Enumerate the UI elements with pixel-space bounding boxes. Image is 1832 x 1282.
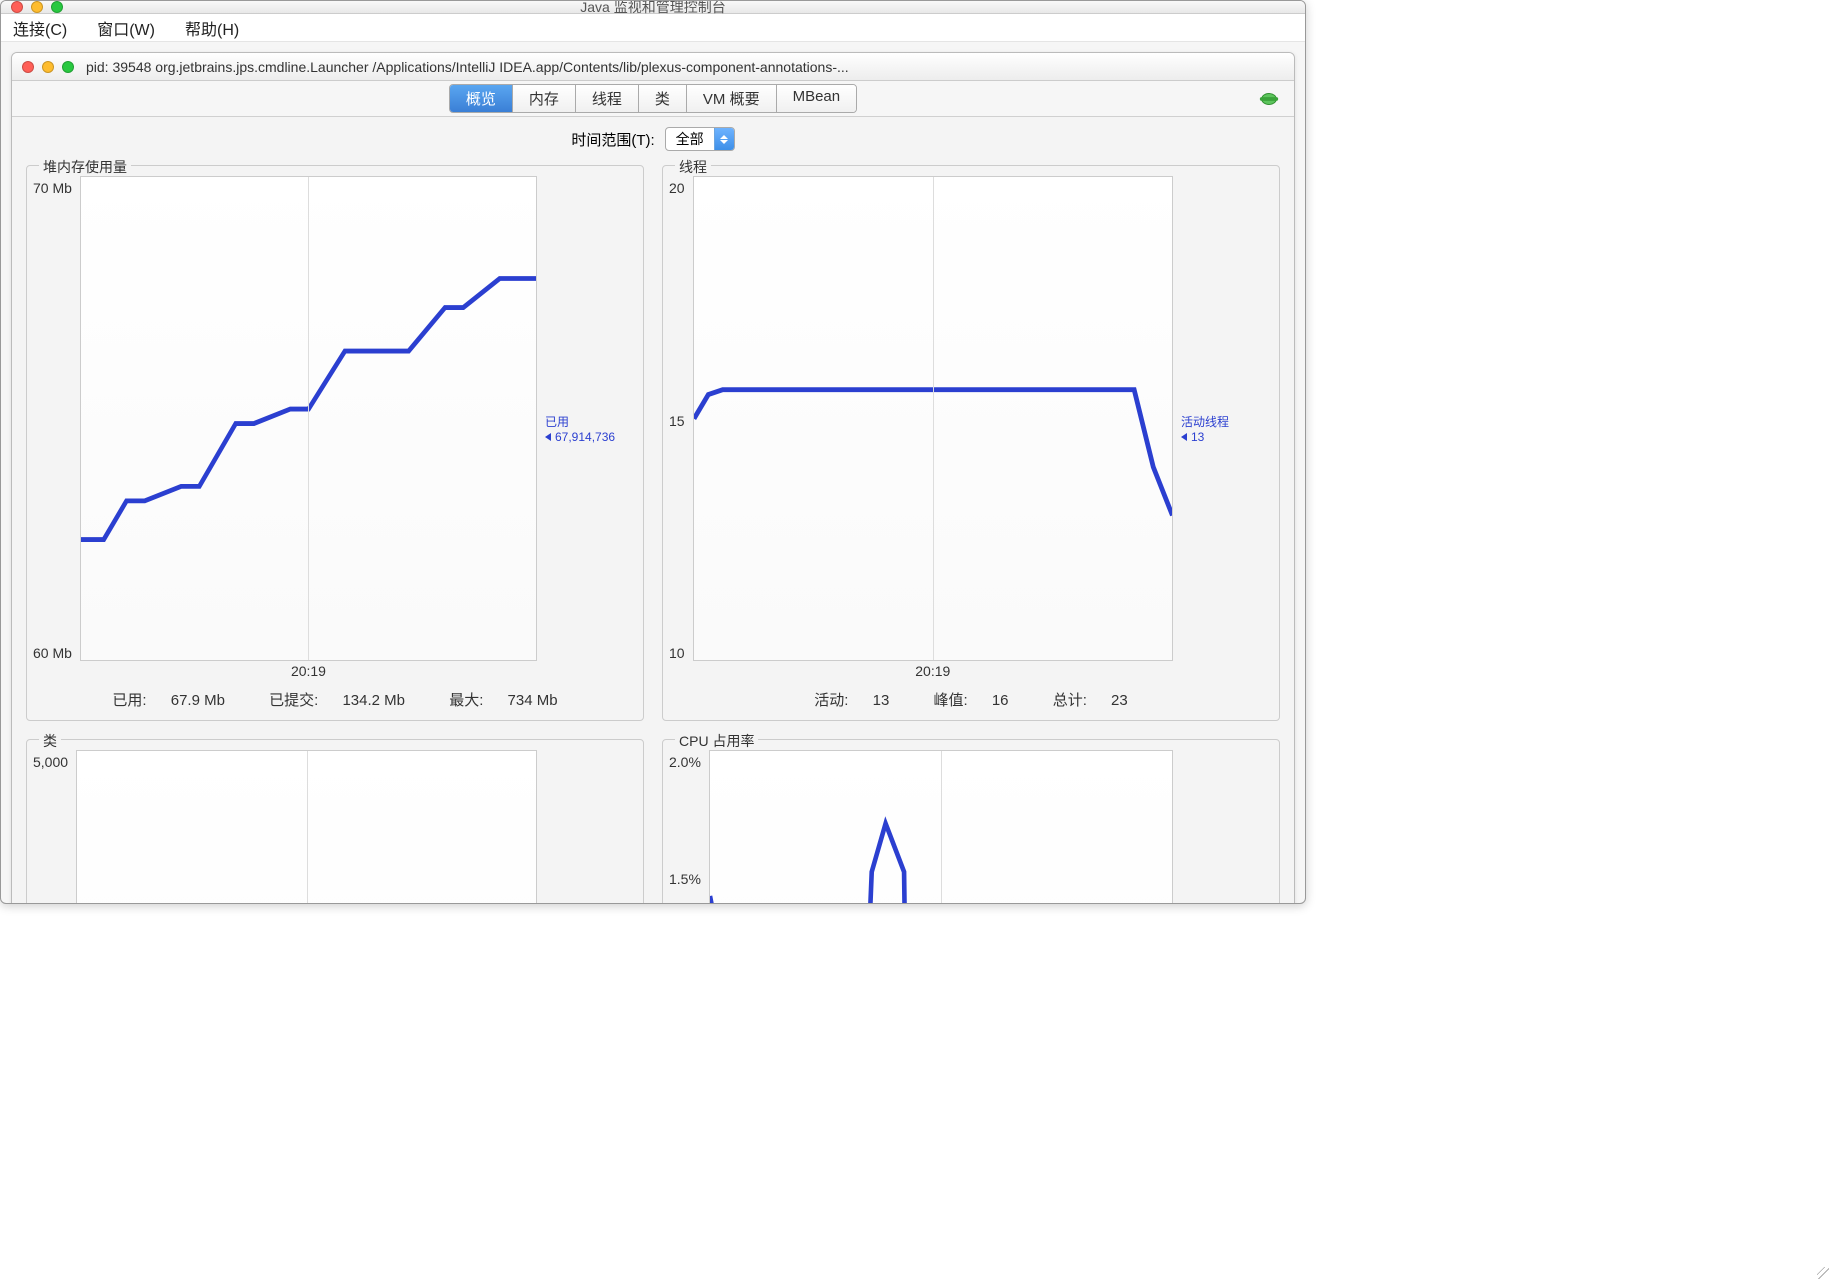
tab-mbean[interactable]: MBean (777, 85, 857, 112)
classes-series-label: 已加载 4,617 (537, 750, 637, 904)
inner-wrap: pid: 39548 org.jetbrains.jps.cmdline.Lau… (1, 42, 1305, 904)
tabs: 概览 内存 线程 类 VM 概要 MBean (449, 84, 857, 113)
menu-window[interactable]: 窗口(W) (91, 14, 161, 42)
menubar: 连接(C) 窗口(W) 帮助(H) (1, 14, 1305, 42)
y-tick: 5,000 (33, 754, 68, 770)
panel-threads-title: 线程 (675, 157, 711, 177)
connection-status-icon[interactable] (1258, 90, 1280, 108)
y-tick: 70 Mb (33, 180, 72, 196)
connection-title: pid: 39548 org.jetbrains.jps.cmdline.Lau… (74, 59, 1294, 75)
threads-footer: 活动: 13 峰值: 16 总计: 23 (669, 681, 1273, 716)
time-range-row: 时间范围(T): 全部 (12, 117, 1294, 165)
y-tick: 2.0% (669, 754, 701, 770)
heap-y-axis: 70 Mb 60 Mb (33, 176, 80, 681)
cpu-plot (709, 750, 1173, 904)
tab-classes[interactable]: 类 (639, 85, 687, 112)
main-window: Java 监视和管理控制台 连接(C) 窗口(W) 帮助(H) pid: 395… (0, 0, 1306, 904)
series-value: 13 (1191, 430, 1204, 444)
charts-grid: 堆内存使用量 70 Mb 60 Mb (12, 165, 1294, 904)
threads-x-axis: 20:19 (693, 661, 1173, 681)
time-range-label: 时间范围(T): (571, 129, 654, 150)
panel-classes-title: 类 (39, 731, 61, 751)
panel-classes: 类 5,000 4,000 (26, 739, 644, 904)
y-tick: 15 (669, 413, 685, 429)
tabbar: 概览 内存 线程 类 VM 概要 MBean (12, 81, 1294, 117)
heap-series-label: 已用 67,914,736 (537, 176, 637, 681)
minimize-icon[interactable] (42, 61, 54, 73)
menu-help[interactable]: 帮助(H) (179, 14, 245, 42)
heap-plot (80, 176, 537, 661)
classes-chart[interactable]: 5,000 4,000 20:19 (33, 750, 637, 904)
time-range-value: 全部 (666, 129, 714, 149)
tab-memory[interactable]: 内存 (513, 85, 576, 112)
inner-titlebar: pid: 39548 org.jetbrains.jps.cmdline.Lau… (12, 53, 1294, 81)
cpu-series-label: CPU 占用率 0.0% (1173, 750, 1273, 904)
classes-y-axis: 5,000 4,000 (33, 750, 76, 904)
panel-heap-title: 堆内存使用量 (39, 157, 131, 177)
y-tick: 20 (669, 180, 685, 196)
series-name: 已用 (545, 413, 637, 430)
connection-window: pid: 39548 org.jetbrains.jps.cmdline.Lau… (11, 52, 1295, 904)
select-arrows-icon (714, 128, 734, 150)
window-title: Java 监视和管理控制台 (1, 0, 1305, 17)
heap-chart[interactable]: 70 Mb 60 Mb 20:19 (33, 176, 637, 681)
threads-y-axis: 20 15 10 (669, 176, 693, 681)
y-tick: 1.5% (669, 871, 701, 887)
panel-heap: 堆内存使用量 70 Mb 60 Mb (26, 165, 644, 721)
heap-x-axis: 20:19 (80, 661, 537, 681)
tab-threads[interactable]: 线程 (576, 85, 639, 112)
zoom-icon[interactable] (62, 61, 74, 73)
panel-cpu: CPU 占用率 2.0% 1.5% 1.0% 0.5% 0.0% (662, 739, 1280, 904)
heap-footer: 已用: 67.9 Mb 已提交: 134.2 Mb 最大: 734 Mb (33, 681, 637, 716)
threads-series-label: 活动线程 13 (1173, 176, 1273, 681)
threads-chart[interactable]: 20 15 10 20:19 (669, 176, 1273, 681)
cpu-y-axis: 2.0% 1.5% 1.0% 0.5% 0.0% (669, 750, 709, 904)
tab-overview[interactable]: 概览 (450, 85, 513, 112)
time-range-select[interactable]: 全部 (665, 127, 735, 151)
series-name: 活动线程 (1181, 413, 1273, 430)
classes-plot (76, 750, 537, 904)
close-icon[interactable] (22, 61, 34, 73)
panel-cpu-title: CPU 占用率 (675, 731, 758, 751)
threads-plot (693, 176, 1173, 661)
tab-vm-summary[interactable]: VM 概要 (687, 85, 777, 112)
cpu-chart[interactable]: 2.0% 1.5% 1.0% 0.5% 0.0% (669, 750, 1273, 904)
inner-traffic-lights (12, 61, 74, 73)
menu-connect[interactable]: 连接(C) (7, 14, 73, 42)
y-tick: 10 (669, 645, 685, 661)
triangle-left-icon (545, 433, 551, 441)
panel-threads: 线程 20 15 10 (662, 165, 1280, 721)
series-value: 67,914,736 (555, 430, 615, 444)
outer-titlebar: Java 监视和管理控制台 (1, 1, 1305, 14)
y-tick: 60 Mb (33, 645, 72, 661)
triangle-left-icon (1181, 433, 1187, 441)
